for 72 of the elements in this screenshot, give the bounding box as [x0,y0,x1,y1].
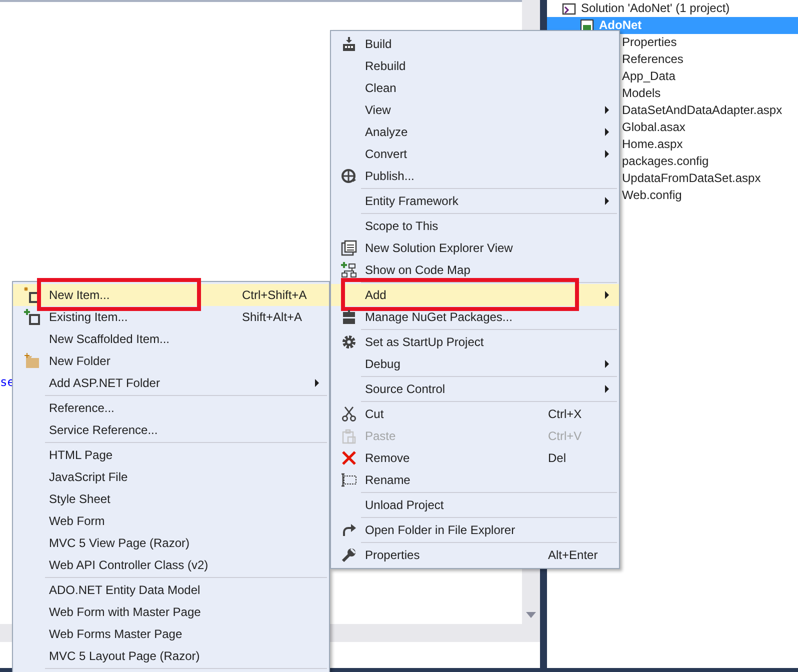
menu-item[interactable]: Cut Ctrl+X [331,403,619,425]
menu-item[interactable]: HTML Page [13,444,329,466]
menu-item[interactable]: Scope to This [331,215,619,237]
window-list-icon [341,240,357,256]
menu-item[interactable]: Web Form [13,510,329,532]
keyboard-shortcut: Ctrl+X [548,407,583,421]
menu-item[interactable]: Web Forms Master Page [13,623,329,645]
menu-item[interactable]: Source Control [331,378,619,400]
menu-item[interactable]: Service Reference... [13,419,329,441]
menu-item[interactable]: Open Folder in File Explorer [331,519,619,541]
keyboard-shortcut: Ctrl+V [548,429,583,443]
rename-icon [341,472,357,488]
diagram-icon [341,262,357,278]
menu-item[interactable]: Show on Code Map [331,259,619,281]
menu-item[interactable]: Rename [331,469,619,491]
menu-item[interactable]: Entity Framework [331,190,619,212]
menu-item[interactable]: Reference... [13,397,329,419]
menu-item[interactable]: Web Form with Master Page [13,601,329,623]
menu-item[interactable]: Analyze [331,121,619,143]
menu-item[interactable]: Existing Item... Shift+Alt+A [13,306,329,328]
wrench-icon [341,547,357,563]
menu-item[interactable]: Build [331,33,619,55]
curved-arrow-icon [341,522,357,538]
menu-item[interactable]: Remove Del [331,447,619,469]
submenu-arrow-icon [315,379,319,387]
folder-icon [24,353,40,369]
keyboard-shortcut: Ctrl+Shift+A [242,288,308,302]
package-icon [341,309,357,325]
globe-icon [341,168,357,184]
submenu-arrow-icon [605,360,609,368]
menu-item[interactable]: Add ASP.NET Folder [13,372,329,394]
add-item-icon [24,309,40,325]
menu-item[interactable]: Convert [331,143,619,165]
menu-item[interactable]: Rebuild [331,55,619,77]
delete-icon [341,450,357,466]
new-item-icon [24,287,40,303]
submenu-arrow-icon [605,106,609,114]
gear-icon [341,334,357,350]
solution-icon [562,2,576,16]
menu-item[interactable]: JavaScript File [13,466,329,488]
keyboard-shortcut: Alt+Enter [548,548,599,562]
menu-item[interactable]: New Folder [13,350,329,372]
menu-item[interactable]: Publish... [331,165,619,187]
menu-item[interactable]: Manage NuGet Packages... [331,306,619,328]
menu-item[interactable]: MVC 5 Layout Page (Razor) [13,645,329,667]
menu-item[interactable]: Unload Project [331,494,619,516]
menu-item[interactable]: ADO.NET Entity Data Model [13,579,329,601]
menu-item[interactable]: Web API Controller Class (v2) [13,554,329,576]
menu-item[interactable]: Clean [331,77,619,99]
keyboard-shortcut: Del [548,451,568,465]
menu-item[interactable]: Add [331,284,619,306]
project-icon [580,18,594,32]
submenu-arrow-icon [605,128,609,136]
scroll-down-icon[interactable] [526,612,536,618]
menu-item[interactable]: Set as StartUp Project [331,331,619,353]
tree-item[interactable]: Solution 'AdoNet' (1 project) [547,0,798,17]
menu-item[interactable]: Properties Alt+Enter [331,544,619,566]
submenu-arrow-icon [605,385,609,393]
keyboard-shortcut: Shift+Alt+A [242,310,304,324]
submenu-arrow-icon [605,150,609,158]
clipboard-icon [341,428,357,444]
menu-item[interactable]: MVC 5 View Page (Razor) [13,532,329,554]
build-icon [341,36,357,52]
menu-item[interactable]: New Scaffolded Item... [13,328,329,350]
submenu-arrow-icon [605,197,609,205]
menu-item[interactable]: View [331,99,619,121]
menu-item[interactable]: New Solution Explorer View [331,237,619,259]
scissors-icon [341,406,357,422]
submenu-arrow-icon [605,291,609,299]
menu-item[interactable]: Debug [331,353,619,375]
menu-item[interactable]: Style Sheet [13,488,329,510]
menu-item[interactable]: New Item... Ctrl+Shift+A [13,284,329,306]
